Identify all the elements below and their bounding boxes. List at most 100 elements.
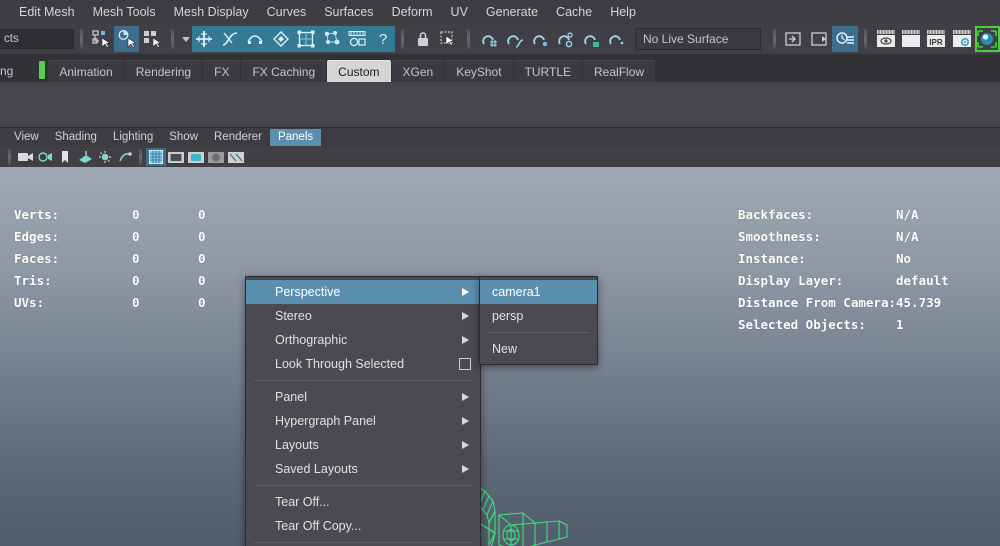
snap-to-view-plane-icon[interactable] <box>293 26 319 52</box>
snap-to-frame-icon[interactable] <box>344 26 370 52</box>
snap-to-pixel-icon[interactable] <box>318 26 345 52</box>
ipr-render-icon[interactable]: IPR <box>924 26 949 52</box>
snap-magnet-grid-icon[interactable] <box>476 26 501 52</box>
shelf-tab-bar: ng Animation Rendering FX FX Caching Cus… <box>0 54 1000 82</box>
select-by-object-type-icon[interactable] <box>113 26 140 52</box>
menu-item-hypergraph-panel[interactable]: Hypergraph Panel <box>246 409 480 433</box>
menu-deform[interactable]: Deform <box>383 2 442 22</box>
shelf-tab-animation[interactable]: Animation <box>48 60 124 82</box>
viewport-menu-view[interactable]: View <box>6 129 47 146</box>
menu-surfaces[interactable]: Surfaces <box>315 2 382 22</box>
select-by-component-type-icon[interactable] <box>139 26 164 52</box>
shelf-tab-turtle[interactable]: TURTLE <box>513 60 583 82</box>
snap-to-curve-icon[interactable] <box>217 26 243 52</box>
shelf-icon-strip[interactable] <box>0 82 1000 128</box>
snap-magnet-disable-icon[interactable] <box>604 26 629 52</box>
hypershade-icon[interactable] <box>974 26 1000 52</box>
hud-label-tris: Tris: <box>14 273 52 288</box>
toolbar-separator[interactable] <box>78 28 85 50</box>
snap-magnet-view-icon[interactable] <box>578 26 603 52</box>
grid-icon[interactable] <box>146 148 166 166</box>
menu-item-stereo[interactable]: Stereo <box>246 304 480 328</box>
bookmark-icon[interactable] <box>55 148 75 166</box>
snap-to-grid-icon[interactable] <box>191 26 218 52</box>
submenu-item-persp[interactable]: persp <box>480 304 597 328</box>
menu-item-perspective[interactable]: Perspective <box>246 280 480 304</box>
shelf-tab-realflow[interactable]: RealFlow <box>583 60 656 82</box>
construction-history-icon[interactable] <box>832 26 858 52</box>
lock-icon[interactable] <box>410 26 435 52</box>
perspective-camera-submenu[interactable]: camera1 persp New <box>479 276 598 365</box>
menu-generate[interactable]: Generate <box>477 2 547 22</box>
hud-row-faces: Faces: 0 0 <box>14 251 258 273</box>
select-by-hierarchy-icon[interactable] <box>88 26 113 52</box>
menu-mesh-display[interactable]: Mesh Display <box>165 2 258 22</box>
hud-value-smoothness: N/A <box>896 229 919 244</box>
show-input-connections-icon[interactable] <box>781 26 806 52</box>
viewport-toolbar-separator[interactable] <box>7 149 12 165</box>
live-surface-field[interactable]: No Live Surface <box>635 28 761 50</box>
resolution-gate-icon[interactable] <box>186 148 206 166</box>
viewport-menu-renderer[interactable]: Renderer <box>206 129 270 146</box>
toolbar-separator-6[interactable] <box>862 28 869 50</box>
camera-attributes-icon[interactable] <box>35 148 55 166</box>
menu-divider-3 <box>254 542 472 543</box>
render-sequence-icon[interactable] <box>898 26 923 52</box>
snap-magnet-plane-icon[interactable] <box>553 26 578 52</box>
submenu-item-new[interactable]: New <box>480 337 597 361</box>
menu-item-orthographic[interactable]: Orthographic <box>246 328 480 352</box>
panels-dropdown-menu[interactable]: Perspective Stereo Orthographic Look Thr… <box>245 276 481 546</box>
menu-item-look-through-selected[interactable]: Look Through Selected <box>246 352 480 376</box>
toolbar-separator-5[interactable] <box>771 28 778 50</box>
menu-item-tear-off[interactable]: Tear Off... <box>246 490 480 514</box>
chevron-down-icon[interactable] <box>180 28 192 50</box>
shelf-tab-fx-caching[interactable]: FX Caching <box>241 60 327 82</box>
menu-item-saved-layouts[interactable]: Saved Layouts <box>246 457 480 481</box>
show-output-connections-icon[interactable] <box>807 26 832 52</box>
toolbar-separator-2[interactable] <box>169 28 176 50</box>
viewport-menu-shading[interactable]: Shading <box>47 129 105 146</box>
shelf-tab-xgen[interactable]: XGen <box>391 60 445 82</box>
menu-item-layouts[interactable]: Layouts <box>246 433 480 457</box>
film-gate-icon[interactable] <box>166 148 186 166</box>
menu-help[interactable]: Help <box>601 2 645 22</box>
menu-item-panel[interactable]: Panel <box>246 385 480 409</box>
menu-uv[interactable]: UV <box>442 2 477 22</box>
hud-label-faces: Faces: <box>14 251 60 266</box>
shelf-tab-modeling[interactable]: ng <box>0 60 24 82</box>
selection-name-input[interactable]: cts <box>0 29 74 49</box>
toolbar-separator-3[interactable] <box>399 28 406 50</box>
menu-edit-mesh[interactable]: Edit Mesh <box>10 2 84 22</box>
shelf-tab-custom[interactable]: Custom <box>327 60 391 82</box>
camera-icon[interactable] <box>15 148 35 166</box>
render-view-icon[interactable] <box>873 26 898 52</box>
hud-verts-col2: 0 <box>198 207 206 222</box>
viewport-menu-lighting[interactable]: Lighting <box>105 129 161 146</box>
submenu-item-camera1[interactable]: camera1 <box>480 280 597 304</box>
menu-item-tear-off-copy[interactable]: Tear Off Copy... <box>246 514 480 538</box>
hud-label-display-layer: Display Layer: <box>737 273 844 288</box>
make-live-icon[interactable]: ? <box>369 26 396 52</box>
snap-to-point-icon[interactable] <box>242 26 268 52</box>
snap-magnet-point-icon[interactable] <box>527 26 552 52</box>
render-settings-icon[interactable] <box>949 26 974 52</box>
image-plane-icon[interactable] <box>75 148 95 166</box>
toolbar-separator-4[interactable] <box>465 28 472 50</box>
snap-magnet-curve-icon[interactable] <box>502 26 527 52</box>
two-sided-lighting-icon[interactable] <box>95 148 115 166</box>
shadows-icon[interactable] <box>115 148 135 166</box>
viewport-toolbar-separator-2[interactable] <box>138 149 143 165</box>
xray-icon[interactable] <box>226 148 246 166</box>
checkbox-icon[interactable] <box>459 358 471 370</box>
menu-curves[interactable]: Curves <box>258 2 316 22</box>
shelf-tab-keyshot[interactable]: KeyShot <box>445 60 513 82</box>
viewport-menu-panels[interactable]: Panels <box>269 129 322 146</box>
select-tool-icon[interactable] <box>436 26 461 52</box>
menu-mesh-tools[interactable]: Mesh Tools <box>84 2 165 22</box>
viewport-menu-show[interactable]: Show <box>161 129 206 146</box>
shelf-tab-fx[interactable]: FX <box>203 60 241 82</box>
shelf-tab-rendering[interactable]: Rendering <box>124 60 203 82</box>
menu-cache[interactable]: Cache <box>547 2 601 22</box>
gate-mask-icon[interactable] <box>206 148 226 166</box>
snap-to-projected-center-icon[interactable] <box>267 26 294 52</box>
